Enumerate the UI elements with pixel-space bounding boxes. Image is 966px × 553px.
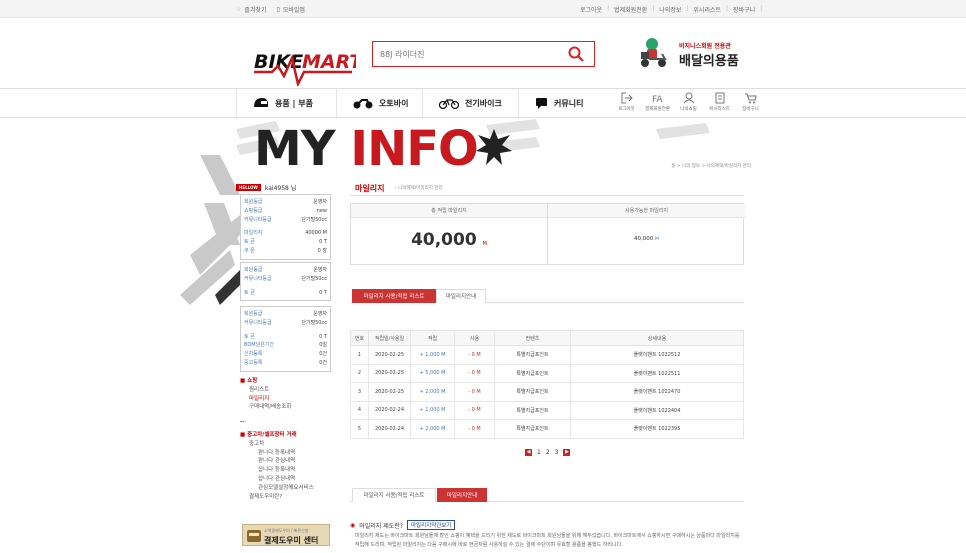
- menu-used-heading: ■ 중고차/셀프장터 거래: [240, 431, 297, 438]
- used-car-info-box: 회원등급 운영자 커뮤니티등급 단기털50cc 토 큰0 T BOM남은기간 0일 신…: [240, 306, 331, 372]
- menu-buy-interest[interactable]: 삽니다 관심내역: [240, 475, 314, 484]
- menu-wishlist[interactable]: 찜리스트: [240, 386, 314, 395]
- mileage-description: 마일리지 제도는 바이크마트 회원님들께 할인 쇼핑이 혜택을 드리기 위한 제…: [355, 533, 740, 548]
- table-row: 5 2020-02-24 + 2,000 M- 0 M 특별지급포인트 플랫이벤트 10…: [350, 419, 744, 439]
- table-row: 2 2020-02-25 + 5,000 M- 0 M 특별지급포인트 플랫이벤트 10…: [350, 363, 744, 383]
- bookmark-link[interactable]: ☆ 즐겨찾기: [236, 5, 266, 14]
- menu-buy-registered[interactable]: 삽니다 등록내역: [240, 466, 314, 475]
- tire-arrows-decoration: [180, 155, 240, 305]
- mileage-table: 번호 적립일/사용일 적립 사용 컨텐츠 상세내용 1 2020-02-25 + 1…: [350, 330, 744, 439]
- logout-link[interactable]: 로그아웃: [580, 5, 602, 14]
- payment-center-icon: [247, 530, 261, 542]
- promo-title: 배달의용품: [679, 54, 739, 69]
- bicycle-icon: [439, 99, 459, 109]
- table-row: 3 2020-02-25 + 2,000 M- 0 M 특별지급포인트 플랫이벤트 10…: [350, 382, 744, 402]
- section-subtitle: › 나의혜택/마일리지 관리: [395, 186, 443, 191]
- nav-member-switch[interactable]: FA 결제회원전환: [642, 92, 673, 112]
- wishlist-icon: [715, 92, 724, 104]
- tab-mileage-history-bottom[interactable]: 마일리지 사용/적립 리스트: [352, 488, 436, 502]
- menu-sell-interest[interactable]: 판니다 관심내역: [240, 457, 314, 466]
- community-info-box: 회원등급 운영자 커뮤니티등급 단기털50cc 토 큰0 T: [240, 262, 331, 302]
- shopping-menu: ■ 쇼핑 찜리스트 마일리지 구매내역/배송조회 -- ■ 중고차/셀프장터 거…: [240, 377, 314, 501]
- user-name: kai4958 님: [264, 185, 297, 192]
- member-switch-link[interactable]: 법제회원전환: [614, 5, 647, 14]
- menu-shopping-heading: ■ 쇼핑: [240, 378, 258, 384]
- user-icon: [683, 92, 694, 104]
- menu-divider: --: [240, 419, 245, 426]
- mileage-terms-link[interactable]: 마일리지약관보기: [406, 520, 456, 530]
- payment-helper-center-banner[interactable]: 소액결제도우미 / 빠른신청 결제도우미 센터: [242, 524, 330, 546]
- mobile-app-link[interactable]: ▯ 모바일앱: [276, 5, 304, 14]
- star-icon: ☆: [236, 6, 242, 13]
- menu-payment-helper[interactable]: 결제도우미란?: [240, 493, 314, 502]
- menu-orders[interactable]: 구매내역/배송조회: [240, 403, 314, 412]
- question-title: 마일리지 제도란?: [359, 522, 403, 530]
- available-mileage-label: 사용가능한 마일리지: [548, 204, 745, 218]
- nav-community[interactable]: 커뮤니티: [518, 89, 611, 117]
- svg-text:FA: FA: [652, 95, 663, 104]
- mileage-question: ◉ 마일리지 제도란? 마일리지약관보기: [350, 520, 456, 530]
- menu-model-alert[interactable]: 관심모델설정해요서비스: [240, 484, 314, 493]
- nav-ebike[interactable]: 전기바이크: [422, 89, 518, 117]
- nav-logout[interactable]: 로그아웃: [611, 92, 642, 112]
- logout-icon: [621, 92, 633, 104]
- member-card-icon: FA: [652, 95, 663, 104]
- page-3[interactable]: 3: [555, 449, 559, 456]
- prev-page-button[interactable]: ◀: [525, 449, 532, 456]
- available-mileage-value: 40,000 M: [634, 236, 659, 242]
- chat-icon: [536, 98, 547, 109]
- hello-tag: HELLOW: [236, 184, 261, 191]
- delivery-rider-icon: [641, 38, 667, 67]
- nav-parts[interactable]: 용품 | 부품: [236, 89, 336, 117]
- breadcrumb: 홈 > 나의 정보 > 나의혜택/마일리지 관리: [671, 164, 751, 169]
- nav-cart[interactable]: 장바구니: [735, 92, 766, 112]
- header: BIKE MART 비지니스회원 전용관 배달의용품: [0, 18, 966, 88]
- tab-mileage-history[interactable]: 마일리지 사용/적립 리스트: [352, 289, 436, 303]
- menu-mileage[interactable]: 마일리지: [240, 395, 314, 404]
- my-info-banner: MY INFO 홈 > 나의 정보 > 나의혜택/마일리지 관리: [236, 119, 751, 171]
- splash-decoration: [476, 129, 512, 165]
- mileage-tabs-bottom: 마일리지 사용/적립 리스트 마일리지안내: [350, 488, 744, 502]
- next-page-button[interactable]: ▶: [563, 449, 571, 456]
- motorcycle-icon: [353, 99, 373, 109]
- search-icon[interactable]: [568, 46, 584, 62]
- mileage-tabs-top: 마일리지 사용/적립 리스트 마일리지안내: [350, 289, 744, 303]
- mobile-icon: ▯: [276, 6, 280, 13]
- tab-mileage-guide[interactable]: 마일리지안내: [436, 289, 486, 303]
- table-row: 1 2020-02-25 + 1,000 M- 0 M 특별지급포인트 플랫이벤트 10…: [350, 345, 744, 365]
- member-info-box: 회원등급 운영자 쇼핑등급 new 커뮤니티등급 단기털50cc 마일리지 40000 …: [240, 194, 331, 260]
- delivery-promo[interactable]: 비지니스회원 전용관 배달의용품: [638, 36, 748, 74]
- bikemart-logo[interactable]: BIKE MART: [252, 36, 356, 86]
- mileage-summary: 총 적립 마일리지 40,000 M 사용가능한 마일리지 40,000 M: [350, 203, 745, 265]
- total-mileage-label: 총 적립 마일리지: [351, 204, 547, 218]
- user-greeting: HELLOW kai4958 님: [236, 183, 296, 192]
- nav-motorcycle[interactable]: 오토바이: [336, 89, 422, 117]
- section-title: 마일리지: [355, 184, 385, 193]
- tab-mileage-guide-bottom[interactable]: 마일리지안내: [437, 488, 487, 502]
- pagination: ◀ 1 2 3 ▶: [525, 449, 571, 456]
- nav-wishlist[interactable]: 위시리스트: [704, 92, 735, 112]
- top-utility-bar: ☆ 즐겨찾기 ▯ 모바일앱 로그아웃 | 법제회원전환 | 나의정보 | 위시리스트 | 장…: [0, 0, 966, 18]
- table-header-row: 번호 적립일/사용일 적립 사용 컨텐츠 상세내용: [350, 330, 744, 346]
- my-info-link[interactable]: 나의정보: [659, 5, 681, 14]
- cart-link[interactable]: 장바구니: [733, 5, 755, 14]
- table-row: 4 2020-02-24 + 1,000 M- 0 M 특별지급포인트 플랫이벤트 10…: [350, 400, 744, 420]
- search-box: [372, 41, 595, 67]
- page-2[interactable]: 2: [546, 449, 550, 456]
- bullet-icon: ◉: [350, 521, 356, 529]
- promo-subtitle: 비지니스회원 전용관: [679, 43, 731, 50]
- total-mileage-value: 40,000 M: [411, 230, 487, 250]
- menu-sell-registered[interactable]: 판니다 등록내역: [240, 449, 314, 458]
- page-banner-title: MY INFO: [254, 121, 479, 171]
- search-input[interactable]: [380, 43, 560, 65]
- helmet-icon: [254, 98, 268, 107]
- page-1[interactable]: 1: [537, 449, 541, 456]
- menu-used-car[interactable]: 중고차: [240, 440, 314, 449]
- main-nav: 용품 | 부품 오토바이 전기바이크 커뮤니티 로그아웃 FA 결제회원전환 나의…: [0, 88, 966, 118]
- cart-icon: [744, 93, 757, 104]
- svg-text:MART: MART: [302, 51, 356, 73]
- wishlist-link[interactable]: 위시리스트: [693, 5, 721, 14]
- nav-my-shopping[interactable]: 나의쇼핑: [673, 92, 704, 112]
